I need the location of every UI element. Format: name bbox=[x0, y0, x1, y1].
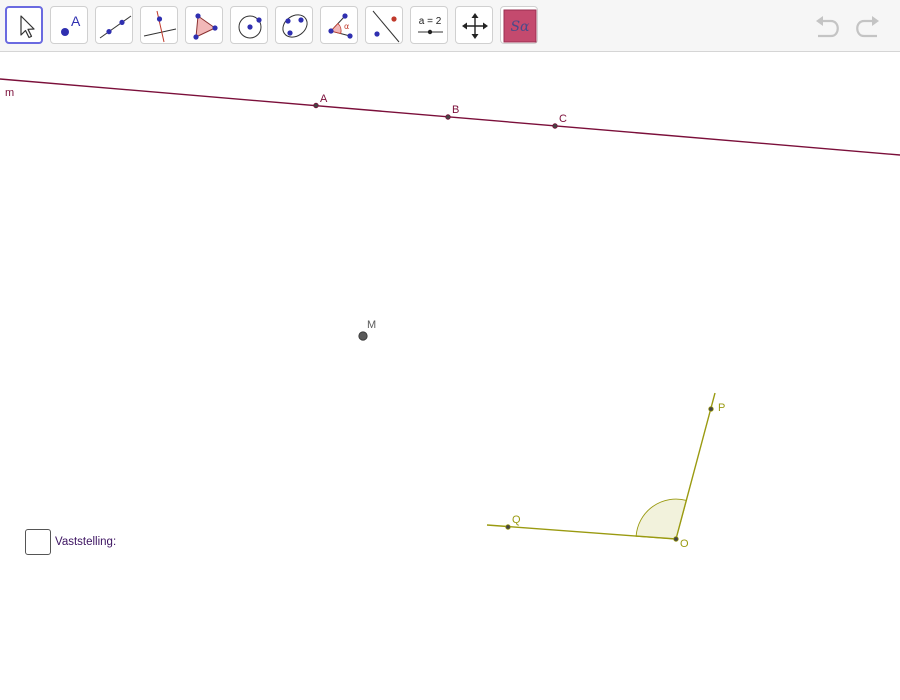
custom-tool-icon: Sα bbox=[503, 9, 537, 43]
ellipse-icon bbox=[282, 14, 308, 38]
circle-tool-button[interactable] bbox=[230, 6, 268, 44]
svg-text:a = 2: a = 2 bbox=[419, 16, 442, 27]
point-P[interactable] bbox=[708, 406, 714, 412]
svg-text:A: A bbox=[71, 13, 81, 29]
point-icon: A bbox=[61, 13, 81, 36]
angle-tool-button[interactable]: α bbox=[320, 6, 358, 44]
point-tool-button[interactable]: A bbox=[50, 6, 88, 44]
ellipse-tool-button[interactable] bbox=[275, 6, 313, 44]
svg-text:Sα: Sα bbox=[510, 19, 530, 35]
angle-QOP[interactable] bbox=[635, 498, 687, 540]
point-B[interactable] bbox=[445, 114, 451, 120]
angle-icon: α bbox=[328, 13, 353, 39]
point-O-label: O bbox=[680, 538, 689, 550]
perpendicular-tool-button[interactable] bbox=[140, 6, 178, 44]
circle-center-point-icon bbox=[238, 15, 262, 39]
point-M[interactable] bbox=[358, 331, 368, 341]
svg-text:α: α bbox=[344, 22, 349, 31]
vaststelling-checkbox[interactable] bbox=[25, 529, 51, 555]
line-through-points-icon bbox=[99, 15, 132, 39]
redo-button[interactable] bbox=[850, 12, 882, 42]
reflect-tool-button[interactable] bbox=[365, 6, 403, 44]
point-Q-label: Q bbox=[512, 514, 521, 526]
move-view-tool-button[interactable] bbox=[455, 6, 493, 44]
redo-icon bbox=[856, 16, 879, 38]
custom-tool-button[interactable]: Sα bbox=[500, 6, 538, 44]
slider-icon: a = 2 bbox=[418, 16, 443, 35]
line-m-label: m bbox=[5, 87, 14, 99]
point-P-label: P bbox=[718, 402, 725, 414]
perpendicular-line-icon bbox=[143, 10, 177, 43]
point-C[interactable] bbox=[552, 123, 558, 129]
polygon-tool-button[interactable] bbox=[185, 6, 223, 44]
vaststelling-checkbox-label: Vaststelling: bbox=[55, 536, 117, 548]
graphics-view[interactable]: m A B C M O P Q bbox=[0, 53, 900, 700]
point-B-label: B bbox=[452, 104, 459, 116]
ray-OP[interactable] bbox=[675, 392, 716, 540]
point-M-label: M bbox=[367, 319, 376, 331]
polygon-icon bbox=[193, 13, 218, 40]
undo-icon bbox=[816, 16, 839, 38]
point-C-label: C bbox=[559, 113, 567, 125]
point-O[interactable] bbox=[673, 536, 679, 542]
undo-button[interactable] bbox=[813, 12, 845, 42]
line-tool-button[interactable] bbox=[95, 6, 133, 44]
slider-tool-button[interactable]: a = 2 bbox=[410, 6, 448, 44]
toolbar: A α a = 2 Sα bbox=[0, 0, 900, 52]
reflect-about-line-icon bbox=[372, 10, 400, 43]
move-tool-button[interactable] bbox=[5, 6, 43, 44]
point-A-label: A bbox=[320, 93, 328, 105]
cursor-arrow-icon bbox=[20, 15, 35, 39]
point-Q[interactable] bbox=[505, 524, 511, 530]
move-graphics-view-icon bbox=[462, 13, 488, 39]
point-A[interactable] bbox=[313, 102, 319, 109]
